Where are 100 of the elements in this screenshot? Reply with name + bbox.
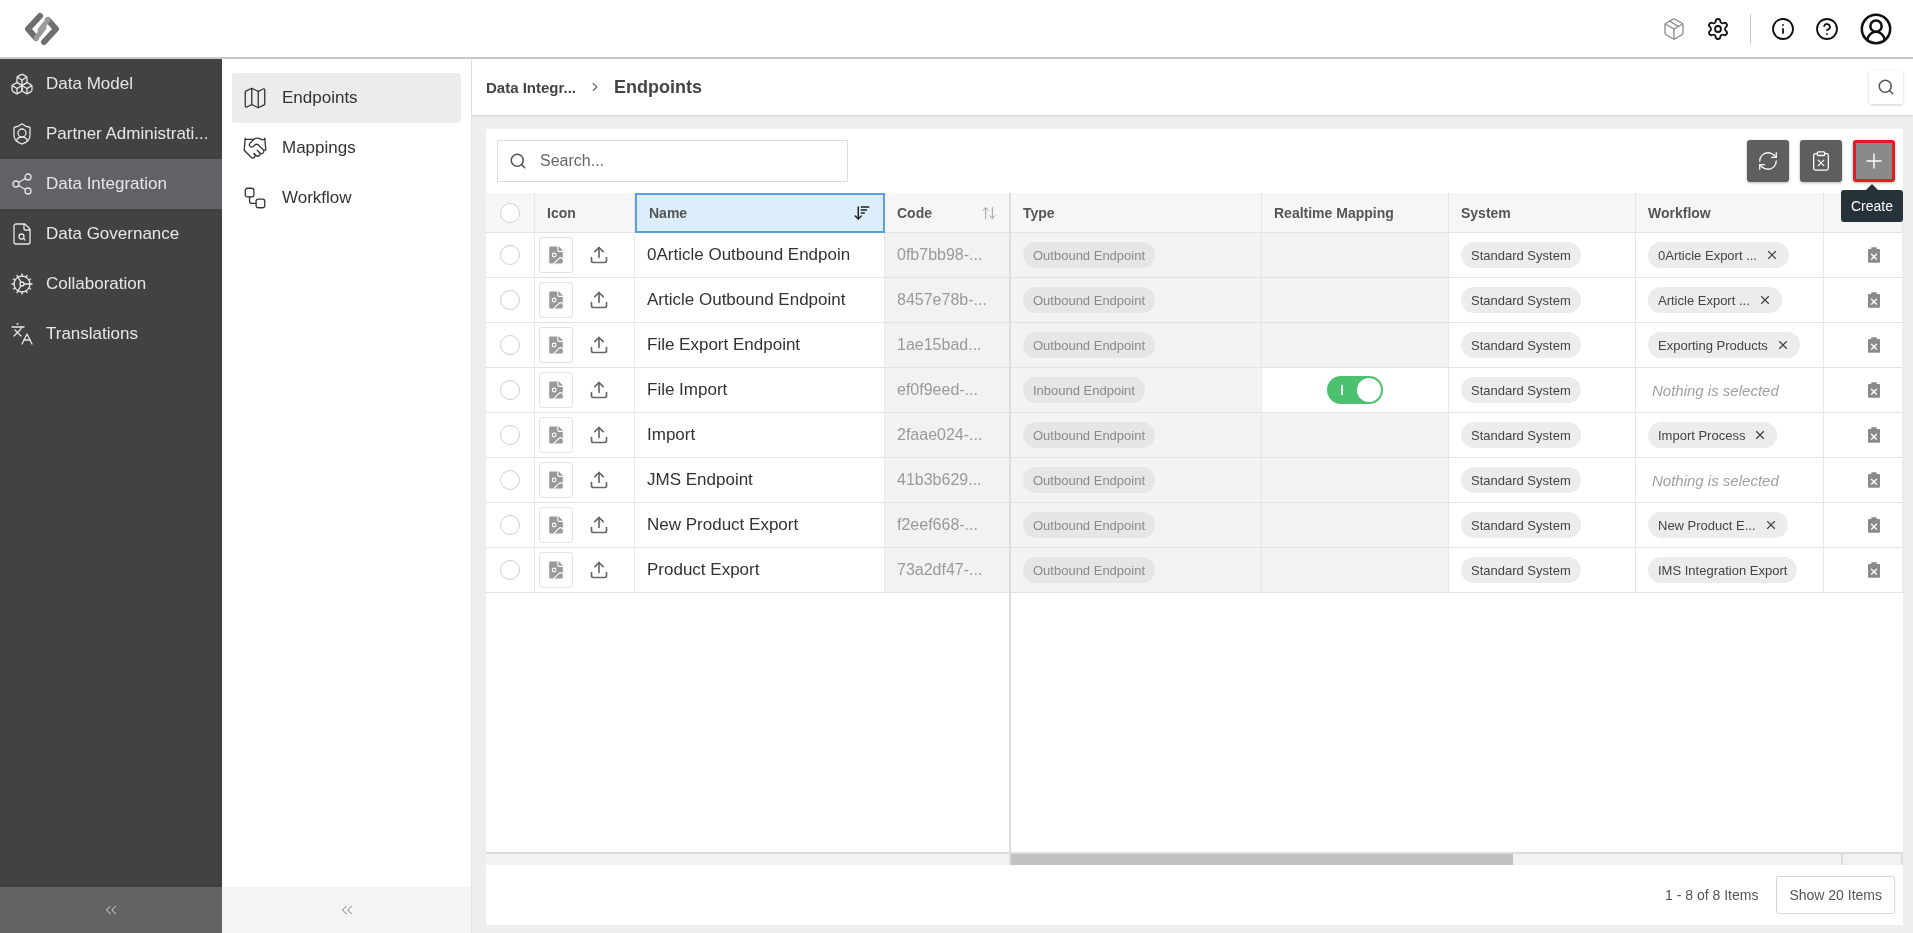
upload-icon[interactable] bbox=[589, 470, 609, 490]
document-search-icon bbox=[10, 222, 34, 246]
remove-icon[interactable] bbox=[1765, 248, 1779, 262]
upload-icon[interactable] bbox=[589, 515, 609, 535]
endpoint-name: New Product Export bbox=[647, 515, 799, 535]
row-radio[interactable] bbox=[500, 470, 520, 490]
row-radio[interactable] bbox=[500, 380, 520, 400]
endpoint-code: f2eef668-... bbox=[897, 516, 978, 534]
select-all-radio[interactable] bbox=[500, 202, 520, 223]
cubes-icon bbox=[10, 72, 34, 96]
endpoint-code: 73a2df47-... bbox=[897, 561, 983, 579]
row-radio[interactable] bbox=[500, 290, 520, 310]
search-icon bbox=[1877, 78, 1895, 96]
workflow-icon bbox=[242, 185, 268, 211]
type-tag: Outbound Endpoint bbox=[1023, 287, 1156, 313]
package-icon[interactable] bbox=[1662, 16, 1686, 41]
column-header[interactable]: Icon bbox=[535, 193, 635, 233]
endpoint-code: 1ae15bad... bbox=[897, 336, 982, 354]
workflow-tag: Import Process bbox=[1648, 422, 1778, 448]
breadcrumb-link[interactable]: Data Integr... bbox=[486, 78, 577, 96]
type-tag: Outbound Endpoint bbox=[1023, 422, 1156, 448]
row-radio[interactable] bbox=[500, 335, 520, 355]
share-icon bbox=[10, 172, 34, 196]
system-tag: Standard System bbox=[1461, 242, 1581, 268]
nav-item[interactable]: Partner Administrati... bbox=[0, 109, 222, 159]
tooltip: Create bbox=[1840, 184, 1903, 222]
type-tag: Outbound Endpoint bbox=[1023, 467, 1156, 493]
endpoint-name: 0Article Outbound Endpoin bbox=[647, 245, 851, 265]
sync-icon bbox=[1757, 150, 1779, 172]
workflow-tag: Article Export ... bbox=[1648, 287, 1782, 313]
upload-icon[interactable] bbox=[589, 560, 609, 580]
endpoint-code: 41b3b629... bbox=[897, 471, 982, 489]
subnav-item[interactable]: Workflow bbox=[232, 173, 461, 223]
system-tag: Standard System bbox=[1461, 467, 1581, 493]
row-radio[interactable] bbox=[500, 425, 520, 445]
info-icon[interactable] bbox=[1771, 16, 1795, 41]
shield-icon bbox=[10, 122, 34, 146]
system-tag: Standard System bbox=[1461, 332, 1581, 358]
workflow-tag: New Product E... bbox=[1648, 512, 1788, 538]
search-button[interactable] bbox=[1869, 70, 1903, 104]
page-size-button[interactable]: Show 20 Items bbox=[1776, 876, 1895, 914]
endpoint-name: Article Outbound Endpoint bbox=[647, 290, 846, 310]
horizontal-scrollbar[interactable] bbox=[486, 853, 1903, 865]
endpoint-name: Import bbox=[647, 425, 696, 445]
page-title: Endpoints bbox=[614, 76, 703, 98]
upload-icon[interactable] bbox=[589, 425, 609, 445]
endpoint-name: Product Export bbox=[647, 560, 760, 580]
subnav-item[interactable]: Mappings bbox=[232, 123, 461, 173]
toggle-switch[interactable] bbox=[1327, 376, 1383, 404]
upload-icon[interactable] bbox=[589, 290, 609, 310]
column-header[interactable]: Workflow bbox=[1636, 193, 1824, 233]
create-button[interactable] bbox=[1853, 140, 1895, 182]
sort-icon[interactable] bbox=[853, 204, 871, 222]
system-tag: Standard System bbox=[1461, 422, 1581, 448]
column-header[interactable]: System bbox=[1449, 193, 1636, 233]
system-tag: Standard System bbox=[1461, 512, 1581, 538]
delete-button[interactable] bbox=[1800, 140, 1842, 182]
row-radio[interactable] bbox=[500, 515, 520, 535]
system-tag: Standard System bbox=[1461, 377, 1581, 403]
workflow-tag: Exporting Products bbox=[1648, 332, 1800, 358]
endpoint-code: 2faae024-... bbox=[897, 426, 983, 444]
column-header[interactable]: Realtime Mapping bbox=[1262, 193, 1449, 233]
workflow-tag: IMS Integration Export bbox=[1648, 557, 1798, 583]
row-radio[interactable] bbox=[500, 560, 520, 580]
upload-icon[interactable] bbox=[589, 335, 609, 355]
subnav-item[interactable]: Endpoints bbox=[232, 73, 461, 123]
endpoint-code: 8457e78b-... bbox=[897, 291, 987, 309]
column-header[interactable]: Name bbox=[635, 193, 885, 233]
row-radio[interactable] bbox=[500, 245, 520, 265]
gear-icon bbox=[10, 272, 34, 296]
column-header[interactable]: Code bbox=[885, 193, 1011, 233]
sync-button[interactable] bbox=[1747, 140, 1789, 182]
user-icon[interactable] bbox=[1859, 11, 1893, 46]
endpoint-name: File Import bbox=[647, 380, 728, 400]
nav-item[interactable]: Data Integration bbox=[0, 159, 222, 209]
type-tag: Outbound Endpoint bbox=[1023, 332, 1156, 358]
system-tag: Standard System bbox=[1461, 557, 1581, 583]
upload-icon[interactable] bbox=[589, 245, 609, 265]
nav-item[interactable]: Data Governance bbox=[0, 209, 222, 259]
translate-icon bbox=[10, 322, 34, 346]
map-icon bbox=[242, 85, 268, 111]
upload-icon[interactable] bbox=[589, 380, 609, 400]
endpoint-code: 0fb7bb98-... bbox=[897, 246, 983, 264]
type-tag: Outbound Endpoint bbox=[1023, 242, 1156, 268]
settings-icon[interactable] bbox=[1706, 16, 1730, 41]
nav-item[interactable]: Collaboration bbox=[0, 259, 222, 309]
nav-item[interactable]: Translations bbox=[0, 309, 222, 359]
type-tag: Outbound Endpoint bbox=[1023, 512, 1156, 538]
column-header[interactable]: Type bbox=[1011, 193, 1262, 233]
type-tag: Outbound Endpoint bbox=[1023, 557, 1156, 583]
delete-icon bbox=[1810, 150, 1832, 172]
nav-item[interactable]: Data Model bbox=[0, 59, 222, 109]
type-tag: Inbound Endpoint bbox=[1023, 377, 1145, 403]
item-count: 1 - 8 of 8 Items bbox=[1665, 887, 1759, 903]
system-tag: Standard System bbox=[1461, 287, 1581, 313]
help-icon[interactable] bbox=[1815, 16, 1839, 41]
search-field[interactable]: Search... bbox=[497, 140, 848, 182]
workflow-tag: 0Article Export ... bbox=[1648, 242, 1789, 268]
handshake-icon bbox=[242, 135, 268, 161]
endpoint-name: File Export Endpoint bbox=[647, 335, 801, 355]
